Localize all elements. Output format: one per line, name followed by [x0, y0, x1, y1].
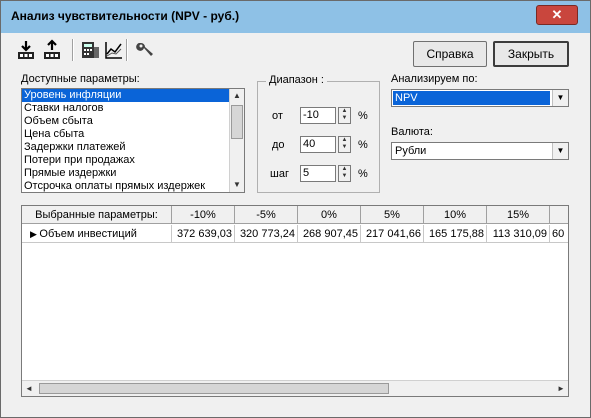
tools-icon[interactable]: [133, 39, 155, 61]
chart-icon[interactable]: [103, 39, 125, 61]
to-field[interactable]: 40: [300, 136, 336, 153]
grid-column-header[interactable]: 15%: [487, 206, 550, 224]
from-field[interactable]: -10: [300, 107, 336, 124]
currency-label: Валюта:: [391, 126, 433, 138]
params-scrollbar[interactable]: ▲ ▼: [229, 89, 244, 192]
scroll-thumb[interactable]: [231, 105, 243, 139]
from-unit: %: [358, 110, 368, 122]
toolbar-separator: [126, 39, 128, 61]
analyze-value: NPV: [393, 91, 550, 105]
grid-column-header[interactable]: -5%: [235, 206, 298, 224]
close-button[interactable]: Закрыть: [493, 41, 569, 67]
to-unit: %: [358, 139, 368, 151]
import-icon[interactable]: [15, 39, 37, 61]
currency-value: Рубли: [395, 145, 427, 157]
scroll-right-icon[interactable]: ►: [554, 382, 568, 396]
grid-column-header[interactable]: 10%: [424, 206, 487, 224]
param-list-item[interactable]: Объем сбыта: [22, 115, 244, 128]
table-cell[interactable]: 320 773,24: [235, 225, 298, 243]
step-spinner[interactable]: ▲ ▼: [338, 165, 351, 182]
table-row-name[interactable]: ▶ Объем инвестиций: [22, 225, 172, 243]
grid-column-header[interactable]: 5%: [361, 206, 424, 224]
toolbar-separator: [72, 39, 74, 61]
export-icon[interactable]: [41, 39, 63, 61]
step-label: шаг: [270, 168, 289, 180]
grid-column-header[interactable]: 0%: [298, 206, 361, 224]
client-area: Справка Закрыть Доступные параметры: Уро…: [9, 33, 582, 409]
window-title: Анализ чувствительности (NPV - руб.): [11, 9, 240, 23]
table-cell[interactable]: 268 907,45: [298, 225, 361, 243]
from-label: от: [272, 110, 283, 122]
grid-hscrollbar[interactable]: ◄ ►: [22, 380, 568, 396]
grid-hscroll-thumb[interactable]: [39, 383, 389, 394]
params-label: Доступные параметры:: [21, 73, 140, 85]
sensitivity-window: Анализ чувствительности (NPV - руб.) ✕ С…: [0, 0, 591, 418]
row-label: Объем инвестиций: [39, 228, 137, 240]
row-pointer-icon: ▶: [30, 229, 40, 239]
grid-column-header-partial[interactable]: [550, 206, 568, 224]
grid-header-params: Выбранные параметры:: [22, 206, 172, 224]
to-label: до: [272, 139, 285, 151]
step-unit: %: [358, 168, 368, 180]
param-list-item[interactable]: Задержки платежей: [22, 141, 244, 154]
step-field[interactable]: 5: [300, 165, 336, 182]
window-close-button[interactable]: ✕: [536, 5, 578, 25]
table-cell[interactable]: 113 310,09: [487, 225, 550, 243]
to-spinner[interactable]: ▲ ▼: [338, 136, 351, 153]
calculator-icon[interactable]: [79, 39, 101, 61]
range-title: Диапазон :: [266, 74, 327, 86]
scroll-left-icon[interactable]: ◄: [22, 382, 36, 396]
param-list-item[interactable]: Уровень инфляции: [22, 89, 244, 102]
analyze-select[interactable]: NPV ▼: [391, 89, 569, 107]
params-listbox[interactable]: Уровень инфляции Ставки налогов Объем сбыт…: [21, 88, 245, 193]
param-list-item[interactable]: Ставки налогов: [22, 102, 244, 115]
param-list-item[interactable]: Цена сбыта: [22, 128, 244, 141]
analyze-label: Анализируем по:: [391, 73, 478, 85]
table-cell[interactable]: 372 639,03: [172, 225, 235, 243]
param-list-item[interactable]: Отсрочка оплаты прямых издержек: [22, 180, 244, 192]
range-group: Диапазон : от -10 ▲ ▼ % до 40 ▲ ▼ % шаг 5 …: [257, 74, 380, 193]
scroll-down-icon[interactable]: ▼: [230, 178, 244, 192]
from-spinner[interactable]: ▲ ▼: [338, 107, 351, 124]
title-bar[interactable]: Анализ чувствительности (NPV - руб.) ✕: [1, 1, 590, 33]
scroll-up-icon[interactable]: ▲: [230, 89, 244, 103]
grid-column-header[interactable]: -10%: [172, 206, 235, 224]
results-grid[interactable]: Выбранные параметры: -10% -5% 0% 5% 10% 15% ▶ О…: [21, 205, 569, 397]
chevron-down-icon[interactable]: ▼: [552, 143, 568, 159]
param-list-item[interactable]: Прямые издержки: [22, 167, 244, 180]
param-list-item[interactable]: Потери при продажах: [22, 154, 244, 167]
chevron-down-icon[interactable]: ▼: [552, 90, 568, 106]
table-cell[interactable]: 217 041,66: [361, 225, 424, 243]
currency-select[interactable]: Рубли ▼: [391, 142, 569, 160]
table-cell[interactable]: 60: [550, 225, 568, 243]
table-cell[interactable]: 165 175,88: [424, 225, 487, 243]
help-button[interactable]: Справка: [413, 41, 487, 67]
